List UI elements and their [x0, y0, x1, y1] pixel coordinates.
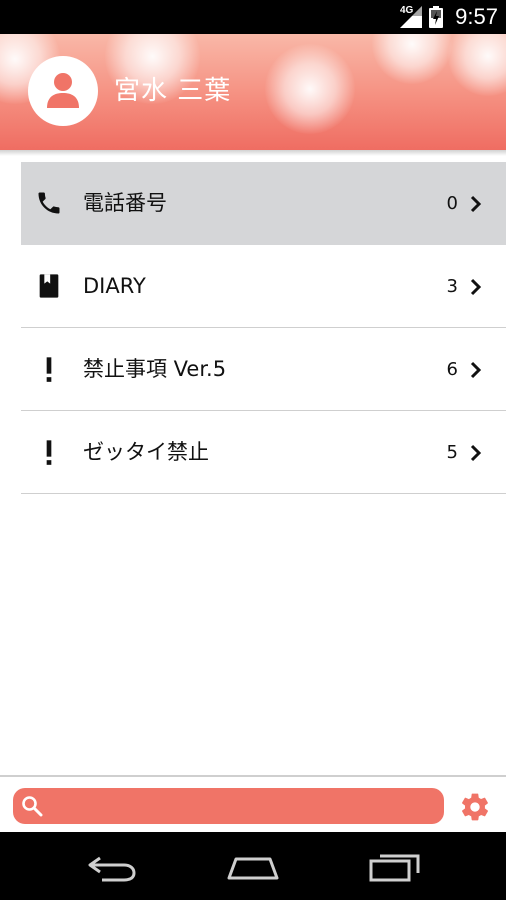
list-item-count: 6 [446, 359, 458, 380]
list-item-label: ゼッタイ禁止 [83, 440, 209, 464]
bottom-bar [0, 775, 506, 832]
list-item-count: 5 [446, 442, 458, 463]
home-icon[interactable] [226, 852, 280, 882]
signal-icon [400, 6, 422, 28]
gear-icon[interactable] [459, 791, 491, 823]
chevron-right-icon [470, 361, 482, 379]
folder-list: 電話番号 0 DIARY 3 禁止事項 Ver.5 6 ゼッタイ禁止 5 [21, 162, 506, 494]
clock: 9:57 [455, 4, 498, 29]
list-item-label: 電話番号 [83, 191, 167, 215]
list-item-absolutely-forbidden[interactable]: ゼッタイ禁止 5 [21, 411, 506, 494]
bokeh-light [265, 44, 355, 134]
search-input[interactable] [51, 792, 435, 822]
exclamation-icon [46, 357, 52, 382]
profile-header: 宮水 三葉 [0, 34, 506, 150]
avatar[interactable] [28, 56, 98, 126]
list-item-prohibitions-v5[interactable]: 禁止事項 Ver.5 6 [21, 328, 506, 411]
book-icon [39, 274, 59, 298]
phone-icon [38, 192, 60, 214]
chevron-right-icon [470, 444, 482, 462]
person-icon [47, 73, 79, 108]
chevron-right-icon [470, 278, 482, 296]
list-item-phone-numbers[interactable]: 電話番号 0 [21, 162, 506, 245]
list-item-diary[interactable]: DIARY 3 [21, 245, 506, 328]
search-field[interactable] [13, 788, 444, 824]
battery-icon [429, 6, 443, 28]
app-screen: 4G 9:57 宮水 三葉 電話番号 0 DIARY 3 禁止事項 Ver.5 … [0, 0, 506, 900]
list-item-label: 禁止事項 Ver.5 [83, 357, 227, 381]
header-shadow [0, 150, 506, 156]
list-item-count: 3 [446, 276, 458, 297]
back-icon[interactable] [86, 852, 138, 882]
list-item-label: DIARY [83, 274, 146, 298]
list-item-count: 0 [446, 193, 458, 214]
bokeh-light [372, 34, 452, 84]
navigation-bar [0, 832, 506, 900]
chevron-right-icon [470, 195, 482, 213]
recent-apps-icon[interactable] [368, 852, 422, 882]
status-bar: 4G 9:57 [0, 0, 506, 34]
bokeh-light [448, 34, 506, 96]
search-icon [22, 796, 43, 817]
exclamation-icon [46, 440, 52, 465]
user-name: 宮水 三葉 [114, 76, 232, 106]
